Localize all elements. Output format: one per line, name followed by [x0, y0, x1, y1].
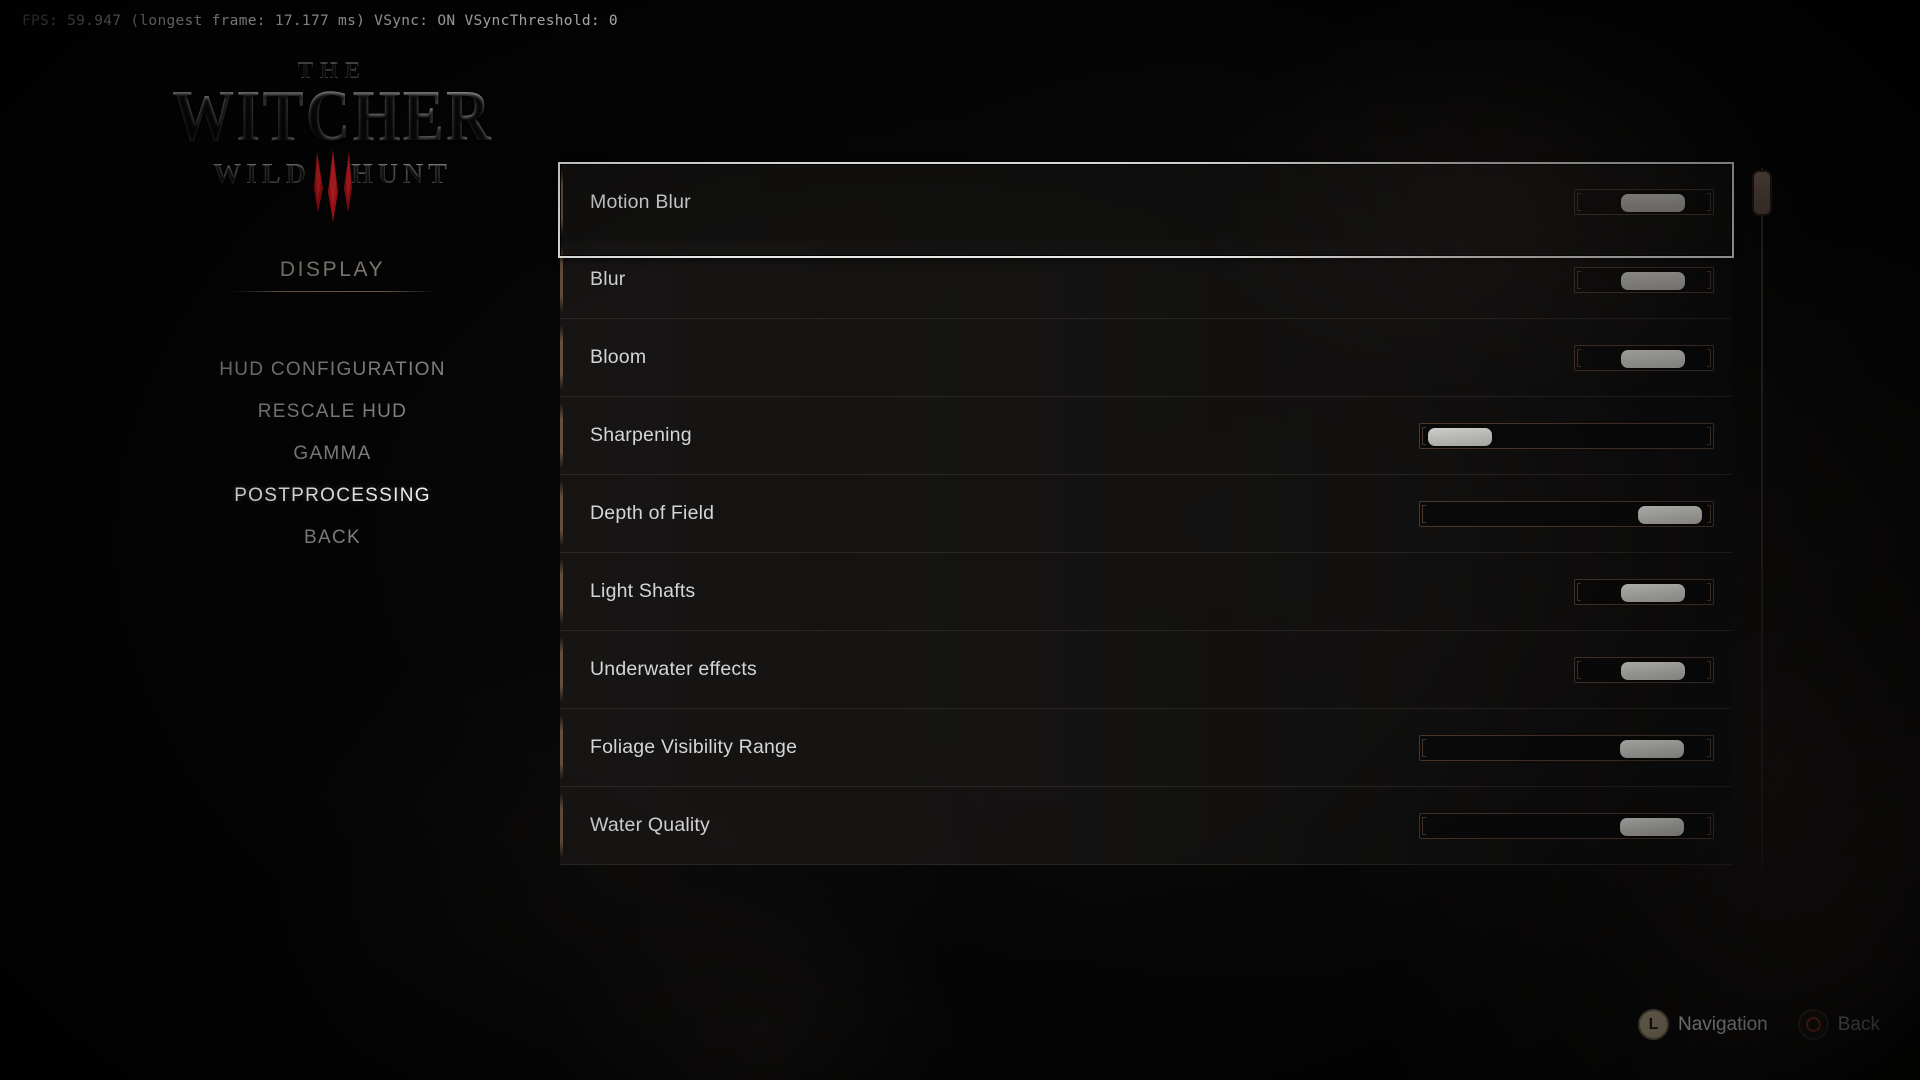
setting-control[interactable]: [1412, 189, 1714, 215]
slider-track[interactable]: [1574, 656, 1714, 683]
sidebar-item-list: HUD CONFIGURATION RESCALE HUD GAMMA POSTPRO…: [160, 349, 505, 559]
sidebar-item-label: RESCALE HUD: [257, 401, 408, 422]
button-hints: L Navigation Back: [1637, 1009, 1880, 1040]
logo-line-wild-hunt: WILD HUNT: [160, 159, 505, 191]
slider-track-end-left: [1422, 426, 1426, 445]
sidebar-item-back[interactable]: BACK: [160, 517, 505, 559]
sidebar-item-label: BACK: [304, 527, 361, 548]
hint-back[interactable]: Back: [1797, 1009, 1880, 1040]
slider-track-end-left: [1577, 660, 1581, 679]
slider-track-end-right: [1707, 582, 1711, 601]
game-screen: FPS: 59.947 (longest frame: 17.177 ms) V…: [0, 0, 1920, 1080]
setting-label: Underwater effects: [590, 658, 757, 680]
slider-track-end-left: [1577, 193, 1581, 211]
setting-label: Sharpening: [590, 424, 692, 446]
slider-track[interactable]: [1574, 266, 1714, 293]
slider-track-end-right: [1707, 504, 1711, 523]
sidebar-item-label: POSTPROCESSING: [234, 485, 431, 506]
slider-track-end-right: [1707, 193, 1711, 211]
setting-control[interactable]: [1412, 812, 1714, 839]
setting-row-underwater-effects[interactable]: Underwater effectsOn: [560, 631, 1732, 709]
slider-track[interactable]: [1574, 344, 1714, 371]
setting-label: Blur: [590, 268, 626, 290]
slider-track-end-right: [1707, 426, 1711, 445]
slider-track-end-right: [1707, 348, 1711, 367]
slider-track-end-right: [1707, 738, 1711, 757]
slider-track[interactable]: [1574, 578, 1714, 605]
setting-row-foliage-visibility-range[interactable]: Foliage Visibility RangeUltra: [560, 709, 1732, 787]
setting-label: Motion Blur: [590, 190, 691, 213]
slider-track-end-left: [1577, 582, 1581, 601]
setting-control[interactable]: [1412, 344, 1714, 371]
slider-track-end-right: [1707, 816, 1711, 835]
setting-control[interactable]: [1412, 734, 1714, 761]
slider-track-end-left: [1577, 348, 1581, 367]
slider-knob[interactable]: [1621, 661, 1686, 680]
slider-knob[interactable]: [1621, 349, 1686, 368]
setting-row-motion-blur[interactable]: Motion BlurOn: [560, 163, 1732, 241]
setting-row-sharpening[interactable]: SharpeningOff: [560, 397, 1732, 475]
setting-label: Bloom: [590, 346, 647, 368]
logo-line-witcher: WITCHER: [160, 80, 505, 153]
setting-label: Light Shafts: [590, 580, 696, 602]
setting-label: Water Quality: [590, 814, 710, 836]
slider-track-end-left: [1422, 738, 1426, 757]
setting-label: Foliage Visibility Range: [590, 736, 798, 758]
setting-row-bloom[interactable]: BloomOn: [560, 319, 1732, 397]
setting-row-blur[interactable]: BlurOn: [560, 241, 1732, 319]
slider-track[interactable]: [1419, 812, 1714, 839]
logo-word-hunt: HUNT: [350, 158, 452, 190]
sidebar-item-rescale-hud[interactable]: RESCALE HUD: [160, 391, 505, 433]
slider-knob[interactable]: [1621, 583, 1686, 602]
slider-track-end-left: [1422, 816, 1426, 835]
fps-overlay: FPS: 59.947 (longest frame: 17.177 ms) V…: [22, 13, 618, 29]
setting-control[interactable]: [1412, 422, 1714, 449]
sidebar-item-postprocessing[interactable]: POSTPROCESSING: [160, 475, 505, 517]
slider-track-end-right: [1707, 660, 1711, 679]
setting-label: Depth of Field: [590, 502, 715, 524]
scrollbar-track[interactable]: [1761, 168, 1763, 868]
slider-track-end-left: [1577, 270, 1581, 289]
setting-control[interactable]: [1412, 578, 1714, 605]
sidebar-nav: DISPLAY HUD CONFIGURATION RESCALE HUD GAMM…: [160, 258, 505, 559]
slider-knob[interactable]: [1621, 194, 1686, 212]
setting-control[interactable]: [1412, 266, 1714, 293]
setting-row-depth-of-field[interactable]: Depth of FieldOn: [560, 475, 1732, 553]
l-button-icon: L: [1637, 1009, 1669, 1040]
sidebar-item-gamma[interactable]: GAMMA: [160, 433, 505, 475]
settings-panel[interactable]: Motion BlurOnBlurOnBloomOnSharpeningOffD…: [560, 163, 1732, 878]
hint-navigation[interactable]: L Navigation: [1637, 1009, 1768, 1040]
setting-control[interactable]: [1412, 656, 1714, 683]
slider-track[interactable]: [1574, 189, 1714, 215]
circle-button-icon: [1797, 1009, 1829, 1040]
setting-row-light-shafts[interactable]: Light ShaftsOn: [560, 553, 1732, 631]
sidebar-section-title: DISPLAY: [279, 258, 386, 281]
slider-track[interactable]: [1419, 734, 1714, 761]
logo-word-wild: WILD: [213, 158, 311, 190]
slider-track[interactable]: [1419, 500, 1714, 527]
slider-knob[interactable]: [1620, 739, 1685, 758]
sidebar-item-label: HUD CONFIGURATION: [219, 359, 446, 380]
slider-track[interactable]: [1419, 422, 1714, 449]
scrollbar-thumb[interactable]: [1752, 170, 1772, 216]
slider-track-end-left: [1422, 504, 1426, 523]
slider-track-end-right: [1707, 270, 1711, 289]
setting-row-water-quality[interactable]: Water QualityHigh: [560, 787, 1732, 865]
game-logo: THE WITCHER WILD HUNT: [160, 58, 505, 222]
circle-button-ring: [1805, 1017, 1821, 1032]
slider-knob[interactable]: [1428, 427, 1493, 446]
hint-label: Back: [1837, 1013, 1880, 1035]
hint-label: Navigation: [1677, 1013, 1768, 1035]
sidebar-item-hud-configuration[interactable]: HUD CONFIGURATION: [160, 349, 505, 391]
slider-knob[interactable]: [1638, 505, 1703, 524]
slider-knob[interactable]: [1621, 271, 1686, 290]
setting-control[interactable]: [1412, 500, 1714, 527]
slider-knob[interactable]: [1620, 817, 1685, 836]
sidebar-divider: [230, 291, 435, 292]
sidebar-item-label: GAMMA: [293, 443, 372, 464]
